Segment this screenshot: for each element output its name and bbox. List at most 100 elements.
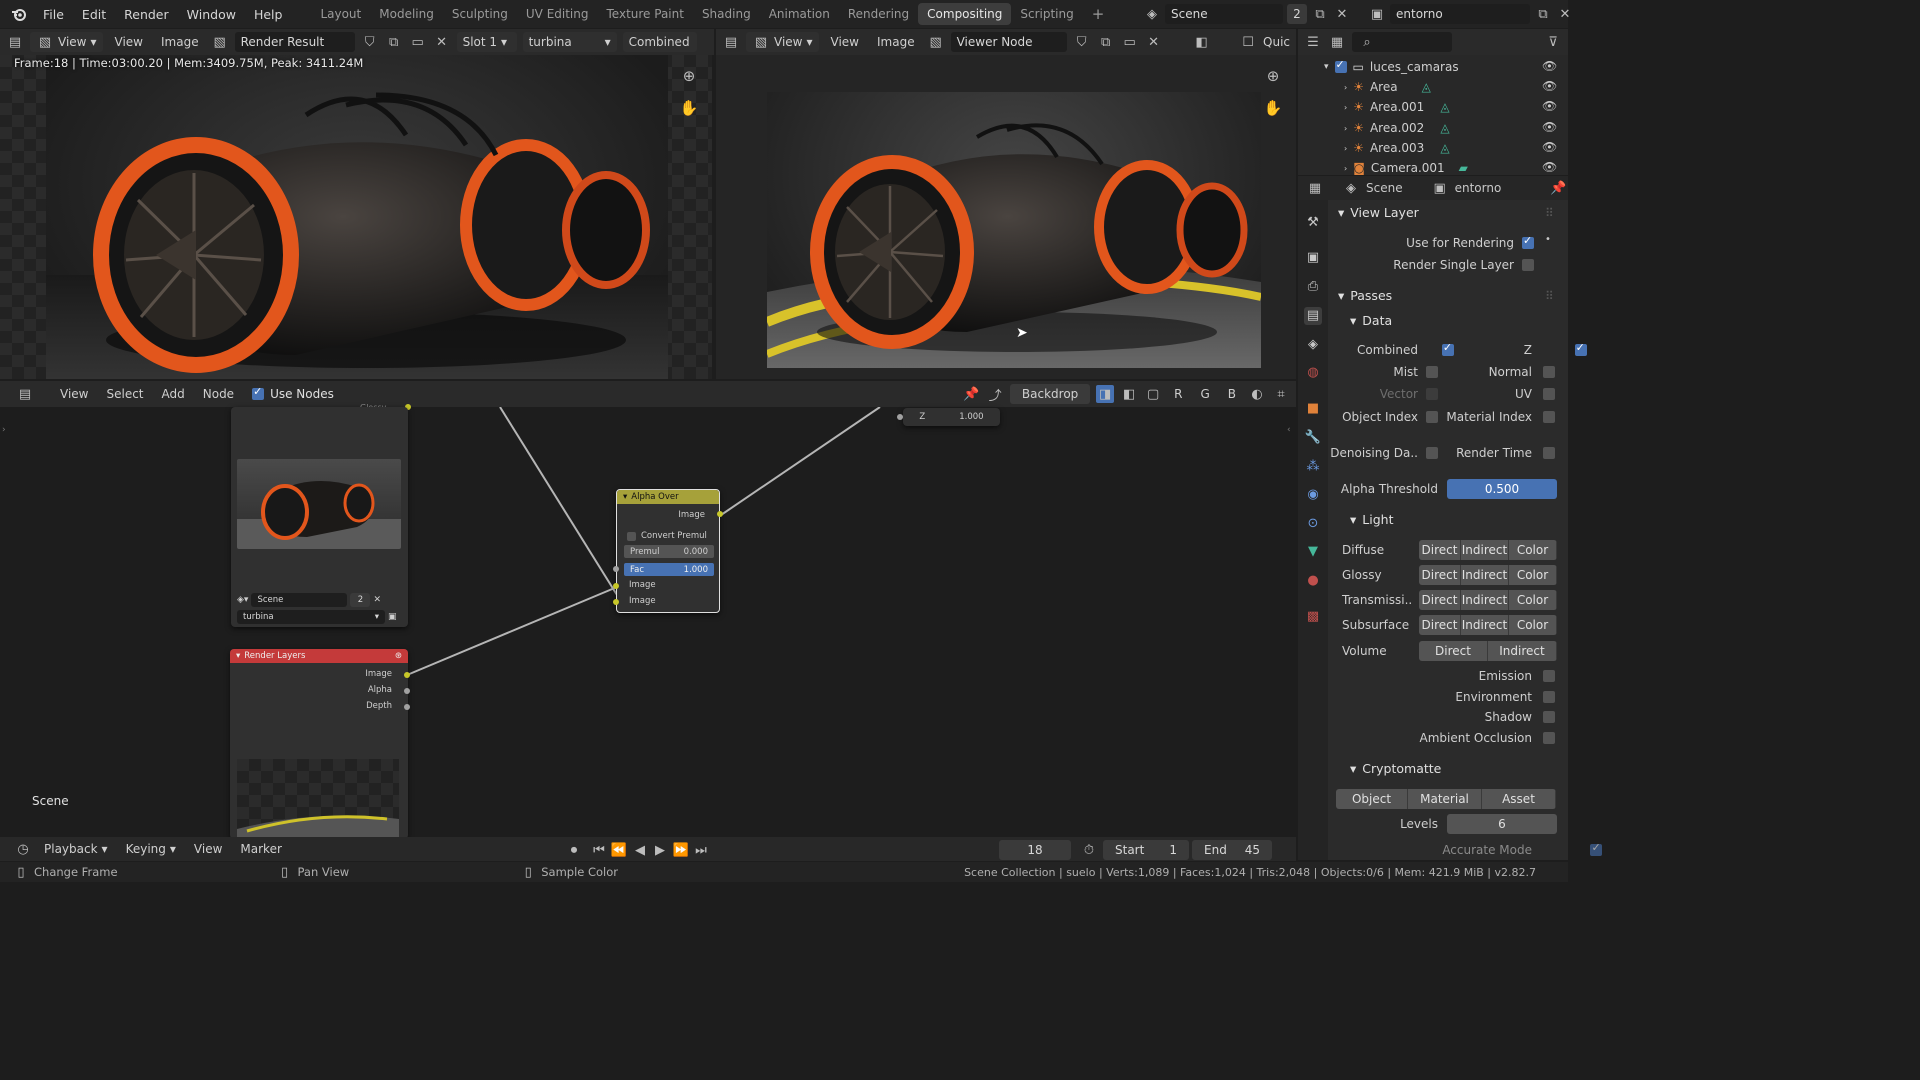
- tab-layout[interactable]: Layout: [311, 3, 370, 25]
- scene-name-field[interactable]: Scene: [1165, 4, 1283, 24]
- jump-start-icon[interactable]: ⏮: [590, 841, 608, 859]
- cryptomatte-object-toggle[interactable]: Object: [1336, 789, 1408, 809]
- editor-type-icon[interactable]: ☰: [1304, 33, 1322, 51]
- vector-checkbox[interactable]: [1426, 388, 1438, 400]
- render-result-viewport[interactable]: Frame:18 | Time:03:00.20 | Mem:3409.75M,…: [0, 55, 712, 379]
- layer-dropdown[interactable]: turbina ▾: [522, 32, 617, 52]
- eye-icon[interactable]: 👁: [1542, 120, 1557, 134]
- add-workspace-button[interactable]: +: [1083, 1, 1114, 27]
- eye-icon[interactable]: 👁: [1542, 79, 1557, 93]
- menu-edit[interactable]: Edit: [73, 7, 115, 22]
- cryptomatte-material-toggle[interactable]: Material: [1408, 789, 1482, 809]
- wrench-icon[interactable]: 🔧: [1304, 429, 1322, 447]
- render-layers-node[interactable]: ▾ Render Layers ⊛ Image Alpha Depth: [230, 649, 408, 839]
- combined-checkbox[interactable]: [1441, 341, 1454, 356]
- view-layer-section-header[interactable]: ▾ View Layer: [1338, 205, 1419, 220]
- volume-direct-toggle[interactable]: Direct: [1419, 641, 1488, 661]
- display-rgb-icon[interactable]: ◧: [1120, 385, 1138, 403]
- tree-row-area[interactable]: › ☀ Area ◬: [1344, 80, 1431, 94]
- shadow-checkbox[interactable]: [1543, 711, 1555, 723]
- play-reverse-icon[interactable]: ◀: [631, 841, 649, 859]
- chevron-right-icon[interactable]: ›: [1344, 124, 1347, 133]
- texture-icon[interactable]: ▩: [1304, 608, 1322, 626]
- pin-icon[interactable]: 📌: [1549, 179, 1567, 197]
- tree-row-camera[interactable]: › ◙ Camera.001 ▰: [1344, 161, 1468, 175]
- render-icon[interactable]: ▣: [1304, 249, 1322, 267]
- accurate-mode-checkbox[interactable]: [1590, 841, 1603, 856]
- camera-data-icon[interactable]: ▰: [1459, 161, 1468, 175]
- menu-view[interactable]: View: [188, 842, 228, 856]
- socket[interactable]: [717, 511, 723, 517]
- jump-end-icon[interactable]: ⏭: [692, 841, 710, 859]
- object-icon[interactable]: ■: [1304, 400, 1322, 418]
- tree-row-area-002[interactable]: › ☀ Area.002 ◬: [1344, 121, 1450, 135]
- channel-b-button[interactable]: B: [1222, 387, 1242, 401]
- chevron-right-icon[interactable]: ›: [1344, 103, 1347, 112]
- emission-checkbox[interactable]: [1543, 670, 1555, 682]
- tree-row-collection[interactable]: ▾ ▭ luces_camaras: [1324, 58, 1459, 74]
- subsurface-color-toggle[interactable]: Color: [1509, 615, 1557, 635]
- menu-image[interactable]: Image: [155, 35, 205, 49]
- socket[interactable]: [404, 704, 410, 710]
- image-browse-icon[interactable]: ▧: [927, 33, 945, 51]
- tab-animation[interactable]: Animation: [760, 3, 839, 25]
- render-single-layer-checkbox[interactable]: [1522, 259, 1534, 271]
- pass-dropdown[interactable]: Combined: [622, 32, 697, 52]
- slot-dropdown[interactable]: Slot 1 ▾: [456, 32, 517, 52]
- glossy-indirect-toggle[interactable]: Indirect: [1461, 565, 1509, 585]
- channel-r-button[interactable]: R: [1168, 387, 1188, 401]
- view-mode-dropdown[interactable]: ▧ View ▾: [746, 32, 819, 52]
- subsurface-indirect-toggle[interactable]: Indirect: [1461, 615, 1509, 635]
- cryptomatte-asset-toggle[interactable]: Asset: [1482, 789, 1556, 809]
- socket[interactable]: [613, 566, 619, 572]
- display-rgb-alpha-icon[interactable]: ◨: [1096, 385, 1115, 403]
- transmission-color-toggle[interactable]: Color: [1509, 590, 1557, 610]
- menu-view[interactable]: View: [54, 387, 94, 401]
- light-data-icon[interactable]: ◬: [1440, 100, 1449, 114]
- next-keyframe-icon[interactable]: ⏩: [672, 841, 690, 859]
- fit-backdrop-icon[interactable]: ◐: [1248, 385, 1266, 403]
- image-browse-icon[interactable]: ▧: [211, 33, 229, 51]
- editor-type-icon[interactable]: ▦: [1306, 179, 1324, 197]
- view-mode-dropdown[interactable]: ▧ View ▾: [30, 32, 103, 52]
- zoom-icon[interactable]: ⊕: [680, 67, 698, 85]
- open-folder-icon[interactable]: ▭: [409, 33, 427, 51]
- menu-node[interactable]: Node: [197, 387, 240, 401]
- current-frame-field[interactable]: 18: [999, 840, 1071, 860]
- transmission-indirect-toggle[interactable]: Indirect: [1461, 590, 1509, 610]
- start-frame-field[interactable]: Start 1: [1103, 840, 1189, 860]
- tab-texture-paint[interactable]: Texture Paint: [598, 3, 693, 25]
- tab-uv-editing[interactable]: UV Editing: [517, 3, 598, 25]
- tab-compositing[interactable]: Compositing: [918, 3, 1012, 25]
- chevron-right-icon[interactable]: ›: [1344, 144, 1347, 153]
- backdrop-button[interactable]: Backdrop: [1010, 384, 1091, 404]
- checkbox-icon[interactable]: ☐: [1239, 33, 1257, 51]
- transmission-direct-toggle[interactable]: Direct: [1419, 590, 1461, 610]
- new-scene-icon[interactable]: ⧉: [1311, 5, 1329, 23]
- convert-premul-checkbox[interactable]: [627, 531, 636, 541]
- diffuse-direct-toggle[interactable]: Direct: [1419, 540, 1461, 560]
- render-layer-icon[interactable]: ⊛: [395, 651, 402, 661]
- menu-marker[interactable]: Marker: [234, 842, 287, 856]
- menu-file[interactable]: File: [34, 7, 73, 22]
- uv-checkbox[interactable]: [1543, 388, 1555, 400]
- scene-users-count[interactable]: 2: [1287, 4, 1307, 24]
- render-layers-title[interactable]: ▾ Render Layers ⊛: [230, 649, 408, 663]
- display-channels-icon[interactable]: ◧: [1193, 33, 1211, 51]
- tab-rendering[interactable]: Rendering: [839, 3, 918, 25]
- delete-view-layer-icon[interactable]: ✕: [1556, 5, 1574, 23]
- keyframe-dot-icon[interactable]: •: [1545, 234, 1551, 245]
- particles-icon[interactable]: ⁂: [1304, 458, 1322, 476]
- editor-type-icon[interactable]: ▤: [722, 33, 740, 51]
- playback-menu[interactable]: Playback ▾: [38, 839, 114, 859]
- outliner-search-input[interactable]: ⌕: [1352, 32, 1452, 52]
- environment-checkbox[interactable]: [1543, 691, 1555, 703]
- parent-node-tree-icon[interactable]: ⤴: [986, 385, 1004, 404]
- premul-slider[interactable]: Premul 0.000: [624, 545, 714, 558]
- normal-checkbox[interactable]: [1543, 366, 1555, 378]
- render-time-checkbox[interactable]: [1543, 447, 1555, 459]
- new-image-icon[interactable]: ⧉: [1097, 33, 1115, 51]
- render-layers-node-upper[interactable]: ◈▾ Scene 2 ✕ turbina ▾ ▣: [231, 407, 408, 627]
- socket[interactable]: [613, 599, 619, 605]
- diffuse-color-toggle[interactable]: Color: [1509, 540, 1557, 560]
